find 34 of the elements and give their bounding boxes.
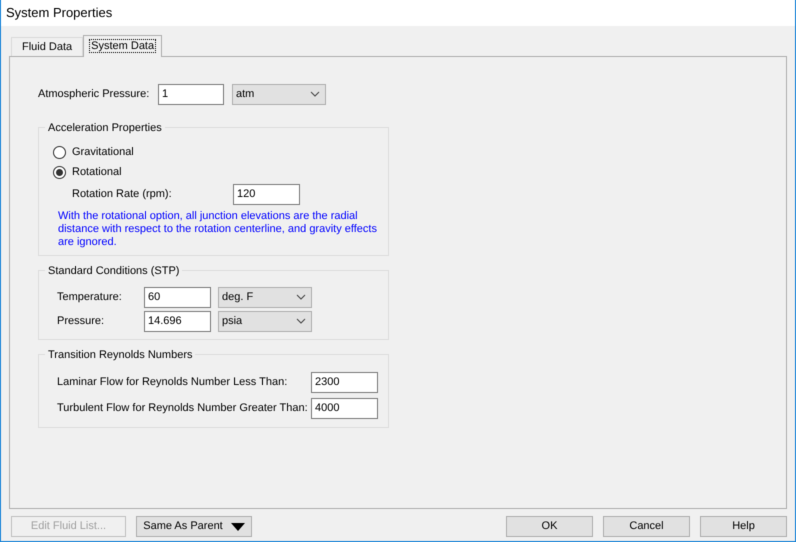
radio-label[interactable]: Gravitational — [72, 144, 134, 160]
input-field[interactable]: 14.696 — [144, 310, 211, 332]
dropdown[interactable]: deg. F — [218, 286, 312, 308]
input-field[interactable]: 1 — [158, 84, 224, 104]
group-title: Standard Conditions (STP) — [45, 263, 182, 280]
button[interactable]: Same As Parent — [136, 516, 252, 537]
field-label: Turbulent Flow for Reynolds Number Greater Than: — [57, 400, 309, 416]
input-field[interactable]: 4000 — [311, 398, 378, 418]
field-label: Laminar Flow for Reynolds Number Less Than: — [57, 374, 288, 390]
dropdown[interactable]: atm — [232, 84, 326, 104]
radio-button[interactable] — [53, 146, 66, 158]
dropdown[interactable]: psia — [218, 310, 312, 332]
field-label: Pressure: — [57, 314, 106, 329]
chevron-down-icon — [296, 318, 306, 324]
button[interactable]: OK — [506, 516, 593, 537]
field-label: Temperature: — [57, 290, 123, 305]
input-field[interactable]: 2300 — [311, 372, 378, 392]
info-note: With the rotational option, all junction elevations are the radial distance with respect to the rotation centerline, and gravity effects are ignored. — [57, 210, 378, 249]
button[interactable]: Cancel — [603, 516, 690, 537]
caret-icon — [230, 522, 245, 530]
group-title: Transition Reynolds Numbers — [45, 347, 196, 364]
window-title: System Properties — [6, 4, 112, 22]
tab[interactable]: System Data — [83, 35, 162, 57]
group-title: Acceleration Properties — [45, 120, 165, 136]
input-field[interactable]: 60 — [144, 286, 211, 308]
radio-button[interactable] — [53, 166, 66, 178]
chevron-down-icon — [296, 294, 306, 300]
field-label: Rotation Rate (rpm): — [72, 186, 173, 202]
radio-label[interactable]: Rotational — [72, 164, 122, 180]
button[interactable]: Help — [700, 516, 787, 537]
chevron-down-icon — [310, 91, 320, 97]
tab[interactable]: Fluid Data — [11, 37, 84, 56]
input-field[interactable]: 120 — [233, 184, 300, 204]
field-label: Atmospheric Pressure: — [38, 86, 150, 102]
